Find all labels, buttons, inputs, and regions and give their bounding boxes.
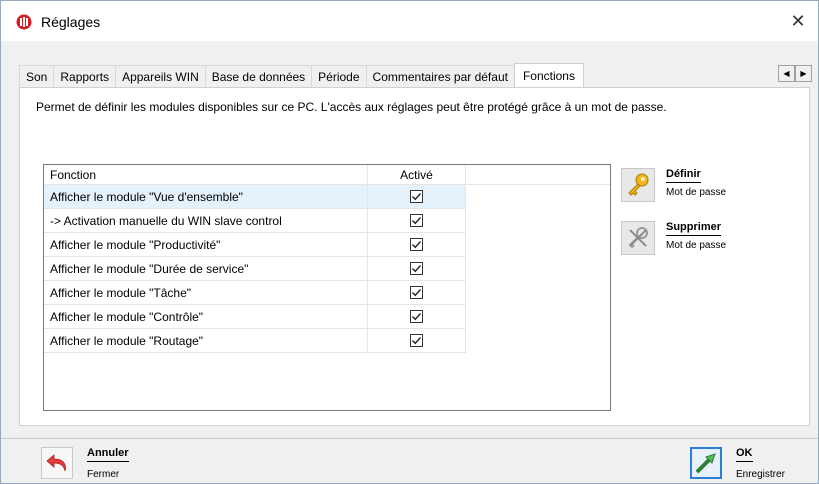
active-checkbox[interactable]: [410, 334, 423, 347]
active-checkbox[interactable]: [410, 214, 423, 227]
active-cell: [368, 329, 466, 352]
check-arrow-icon[interactable]: [690, 447, 722, 479]
function-cell[interactable]: Afficher le module "Productivité": [44, 233, 368, 256]
active-checkbox[interactable]: [410, 310, 423, 323]
table-row[interactable]: Afficher le module "Routage": [44, 329, 466, 353]
table-row[interactable]: Afficher le module "Tâche": [44, 281, 466, 305]
checkmark-icon: [412, 193, 422, 201]
window-title: Réglages: [41, 14, 101, 30]
footer-separator: [1, 438, 818, 439]
delete-password-title: Supprimer: [666, 221, 722, 236]
app-logo-icon: [16, 14, 32, 30]
delete-password-subtitle: Mot de passe: [666, 240, 727, 251]
define-password-subtitle: Mot de passe: [666, 187, 727, 198]
function-cell[interactable]: Afficher le module "Contrôle": [44, 305, 368, 328]
function-cell[interactable]: Afficher le module "Durée de service": [44, 257, 368, 280]
table-row[interactable]: -> Activation manuelle du WIN slave cont…: [44, 209, 466, 233]
settings-dialog: Réglages ✕ Son Rapports Appareils WIN Ba…: [0, 0, 819, 484]
active-checkbox[interactable]: [410, 190, 423, 203]
cancel-title: Annuler: [87, 447, 129, 462]
checkmark-icon: [412, 289, 422, 297]
undo-arrow-icon[interactable]: [41, 447, 73, 479]
tab-scroll-left-button[interactable]: ◀: [778, 65, 795, 82]
table-row[interactable]: Afficher le module "Productivité": [44, 233, 466, 257]
function-cell[interactable]: Afficher le module "Routage": [44, 329, 368, 352]
active-cell: [368, 185, 466, 208]
key-icon[interactable]: [621, 168, 655, 202]
delete-password-button[interactable]: Supprimer Mot de passe: [621, 221, 771, 261]
column-header-active[interactable]: Activé: [368, 165, 466, 184]
checkmark-icon: [412, 313, 422, 321]
function-cell[interactable]: -> Activation manuelle du WIN slave cont…: [44, 209, 368, 232]
function-cell[interactable]: Afficher le module "Vue d'ensemble": [44, 185, 368, 208]
ok-button[interactable]: OK Enregistrer: [690, 447, 810, 483]
active-cell: [368, 281, 466, 304]
tab-appareils-win[interactable]: Appareils WIN: [115, 65, 206, 87]
active-cell: [368, 257, 466, 280]
function-cell[interactable]: Afficher le module "Tâche": [44, 281, 368, 304]
active-checkbox[interactable]: [410, 262, 423, 275]
active-checkbox[interactable]: [410, 238, 423, 251]
ok-title: OK: [736, 447, 753, 462]
tab-base-de-donnees[interactable]: Base de données: [204, 65, 313, 87]
tab-scroll-right-button[interactable]: ▶: [795, 65, 812, 82]
active-cell: [368, 305, 466, 328]
active-cell: [368, 233, 466, 256]
tab-bar: Son Rapports Appareils WIN Base de donné…: [19, 63, 584, 87]
table-row[interactable]: Afficher le module "Durée de service": [44, 257, 466, 281]
tab-son[interactable]: Son: [19, 65, 55, 87]
column-header-function[interactable]: Fonction: [44, 165, 368, 184]
tab-rapports[interactable]: Rapports: [53, 65, 117, 87]
chevron-right-icon: ▶: [800, 69, 807, 78]
checkmark-icon: [412, 217, 422, 225]
fonctions-panel: Permet de définir les modules disponible…: [19, 87, 810, 426]
table-row[interactable]: Afficher le module "Vue d'ensemble": [44, 185, 466, 209]
title-bar: Réglages ✕: [1, 1, 818, 41]
functions-grid: Fonction Activé Afficher le module "Vue …: [43, 164, 611, 411]
tab-scroll-buttons: ◀ ▶: [778, 65, 812, 82]
define-password-title: Définir: [666, 168, 701, 183]
tab-periode[interactable]: Période: [311, 65, 367, 87]
checkmark-icon: [412, 337, 422, 345]
grid-header: Fonction Activé: [44, 165, 610, 185]
active-cell: [368, 209, 466, 232]
define-password-button[interactable]: Définir Mot de passe: [621, 168, 771, 208]
ok-subtitle: Enregistrer: [736, 469, 785, 480]
active-checkbox[interactable]: [410, 286, 423, 299]
panel-description: Permet de définir les modules disponible…: [36, 100, 667, 114]
checkmark-icon: [412, 241, 422, 249]
tab-fonctions[interactable]: Fonctions: [513, 63, 584, 87]
chevron-left-icon: ◀: [783, 69, 790, 78]
grid-body: Afficher le module "Vue d'ensemble" -> Ac…: [44, 185, 610, 353]
table-row[interactable]: Afficher le module "Contrôle": [44, 305, 466, 329]
close-button[interactable]: ✕: [778, 1, 818, 41]
cancel-subtitle: Fermer: [87, 469, 120, 480]
checkmark-icon: [412, 265, 422, 273]
tab-commentaires-par-defaut[interactable]: Commentaires par défaut: [365, 65, 515, 87]
close-icon: ✕: [790, 10, 806, 31]
key-delete-icon[interactable]: [621, 221, 655, 255]
cancel-button[interactable]: Annuler Fermer: [41, 447, 151, 483]
